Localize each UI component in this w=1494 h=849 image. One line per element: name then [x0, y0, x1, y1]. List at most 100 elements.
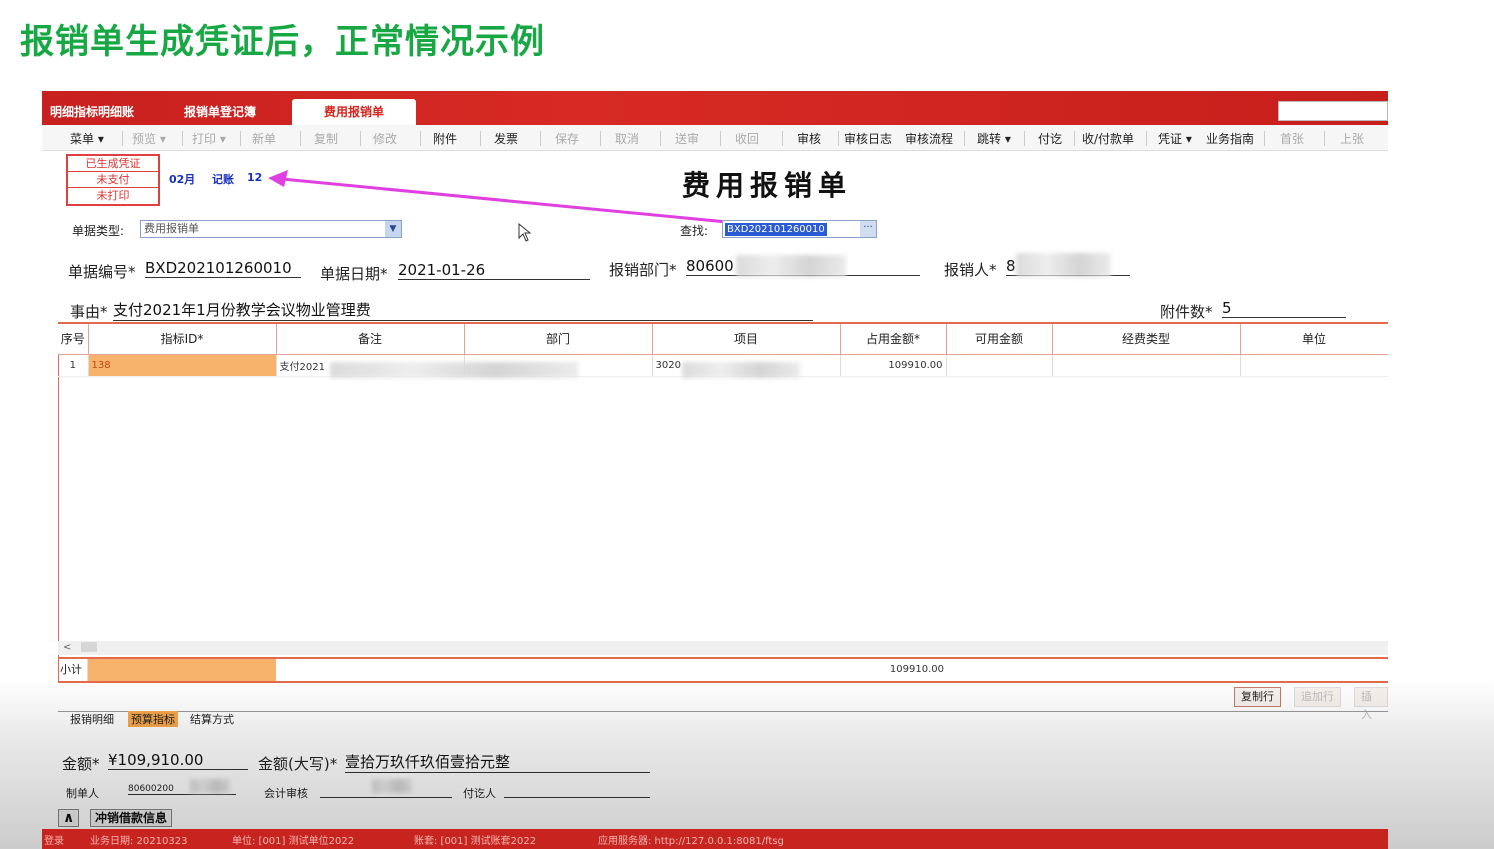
tab-reimbursement-register[interactable]: 报销单登记簿: [176, 99, 264, 125]
first-button[interactable]: 首张: [1280, 130, 1304, 147]
copy-button[interactable]: 复制: [314, 130, 338, 147]
amount-label: 金额*: [62, 755, 100, 773]
submit-button[interactable]: 送审: [675, 130, 699, 147]
col-index-id[interactable]: 指标ID*: [88, 324, 277, 355]
audit-flow-button[interactable]: 审核流程: [905, 130, 953, 147]
amount-cn-value: 壹拾万玖仟玖佰壹拾元整: [345, 751, 650, 773]
cancel-button[interactable]: 取消: [615, 130, 639, 147]
tab-budget-index[interactable]: 预算指标: [128, 711, 178, 727]
status-unit: 单位: [001] 测试单位2022: [232, 836, 355, 847]
attachment-button[interactable]: 附件: [433, 130, 457, 147]
collapse-button[interactable]: ∧: [58, 809, 80, 827]
scroll-left-icon[interactable]: <: [63, 642, 71, 653]
doc-no-label: 单据编号*: [68, 263, 136, 281]
cell-seq[interactable]: 1: [58, 354, 89, 377]
insert-row-button[interactable]: 插入: [1354, 687, 1388, 721]
col-unit[interactable]: 单位: [1240, 324, 1388, 355]
redacted-remark: [330, 362, 578, 378]
doc-type-label: 单据类型:: [72, 224, 125, 238]
annotation-arrow: [268, 170, 728, 224]
cell-index-id[interactable]: 138: [88, 354, 277, 377]
tab-settlement-method[interactable]: 结算方式: [190, 711, 234, 727]
col-fund-type[interactable]: 经费类型: [1052, 324, 1241, 355]
print-button[interactable]: 打印 ▾: [192, 130, 226, 147]
app-window: 明细指标明细账 报销单登记簿 费用报销单 菜单 ▾ 预览 ▾ 打印 ▾ 新单 复…: [42, 91, 1388, 849]
voucher-type[interactable]: 记账: [212, 171, 234, 187]
col-available[interactable]: 可用金额: [946, 324, 1053, 355]
top-tab-bar: 明细指标明细账 报销单登记簿 费用报销单: [42, 91, 1388, 125]
dept-label: 报销部门*: [609, 261, 677, 279]
voucher-button[interactable]: 凭证 ▾: [1158, 130, 1192, 147]
payer-label: 付讫人: [463, 787, 496, 800]
redacted-person: [1016, 253, 1111, 277]
offset-loan-button[interactable]: 冲销借款信息: [90, 809, 173, 827]
copy-row-button[interactable]: 复制行: [1234, 687, 1281, 707]
doc-no-value[interactable]: BXD202101260010: [145, 259, 301, 278]
horizontal-scrollbar[interactable]: <: [58, 641, 1388, 655]
menu-button[interactable]: 菜单 ▾: [70, 130, 104, 147]
reason-label: 事由*: [70, 303, 108, 321]
invoice-button[interactable]: 发票: [494, 130, 518, 147]
slide-title: 报销单生成凭证后，正常情况示例: [20, 22, 545, 62]
col-seq[interactable]: 序号: [58, 324, 89, 355]
redacted-dept: [736, 255, 846, 277]
col-dept[interactable]: 部门: [464, 324, 653, 355]
doc-date-value[interactable]: 2021-01-26: [398, 261, 590, 280]
jump-button[interactable]: 跳转 ▾: [977, 130, 1011, 147]
grid-header: 序号 指标ID* 备注 部门 项目 占用金额* 可用金额 经费类型 单位: [58, 324, 1388, 355]
amount-value: ¥109,910.00: [108, 751, 248, 770]
status-bar: 登录 业务日期: 20210323 单位: [001] 测试单位2022 账套:…: [42, 829, 1388, 849]
voucher-month: 02月: [169, 173, 196, 186]
status-voucher-generated: 已生成凭证: [68, 156, 158, 172]
mouse-cursor-icon: [518, 223, 532, 242]
recall-button[interactable]: 收回: [735, 130, 759, 147]
find-label: 查找:: [680, 224, 709, 238]
audit-button[interactable]: 审核: [797, 130, 821, 147]
cell-fund-type[interactable]: [1052, 354, 1241, 377]
col-amount[interactable]: 占用金额*: [840, 324, 947, 355]
cell-remark-text: 支付2021: [279, 361, 325, 373]
status-app-server: 应用服务器: http://127.0.0.1:8081/ftsg: [598, 836, 784, 847]
cell-available[interactable]: [946, 354, 1053, 377]
scroll-thumb[interactable]: [80, 642, 97, 652]
save-button[interactable]: 保存: [555, 130, 579, 147]
redacted-maker: [190, 779, 230, 793]
top-search-box[interactable]: [1278, 101, 1388, 121]
redacted-project: [682, 362, 800, 378]
attach-count[interactable]: 5: [1222, 299, 1346, 318]
doc-type-select[interactable]: 费用报销单 ▼: [140, 220, 402, 238]
new-button[interactable]: 新单: [252, 130, 276, 147]
tab-detail-ledger[interactable]: 明细指标明细账: [42, 99, 142, 125]
paid-button[interactable]: 付讫: [1038, 130, 1062, 147]
edit-button[interactable]: 修改: [373, 130, 397, 147]
cell-unit[interactable]: [1240, 354, 1388, 377]
business-guide-button[interactable]: 业务指南: [1206, 130, 1254, 147]
form-title: 费用报销单: [682, 169, 853, 202]
subtotal-amount: 109910.00: [889, 664, 944, 675]
tab-expense-reimbursement[interactable]: 费用报销单: [292, 99, 416, 125]
person-label: 报销人*: [944, 261, 997, 279]
amount-cn-label: 金额(大写)*: [258, 755, 338, 773]
reason-value[interactable]: 支付2021年1月份教学会议物业管理费: [113, 299, 813, 321]
append-row-button[interactable]: 追加行: [1294, 687, 1341, 707]
ellipsis-icon[interactable]: ···: [860, 221, 876, 237]
col-remark[interactable]: 备注: [276, 324, 465, 355]
status-business-date: 业务日期: 20210323: [90, 836, 188, 847]
toolbar: 菜单 ▾ 预览 ▾ 打印 ▾ 新单 复制 修改 附件 发票 保存 取消 送审 收…: [42, 125, 1388, 151]
status-unpaid: 未支付: [68, 172, 158, 188]
prev-button[interactable]: 上张: [1340, 130, 1364, 147]
doc-type-value: 费用报销单: [144, 222, 199, 235]
tab-reimburse-detail[interactable]: 报销明细: [70, 711, 114, 727]
preview-button[interactable]: 预览 ▾: [132, 130, 166, 147]
cell-amount[interactable]: 109910.00: [840, 354, 947, 377]
find-input[interactable]: BXD202101260010 ···: [722, 220, 877, 238]
chevron-down-icon[interactable]: ▼: [385, 221, 401, 237]
receipt-payment-button[interactable]: 收/付款单: [1082, 130, 1134, 147]
status-account-set: 账套: [001] 测试账套2022: [414, 836, 537, 847]
col-project[interactable]: 项目: [652, 324, 841, 355]
find-value: BXD202101260010: [725, 223, 827, 236]
status-stamp: 已生成凭证 未支付 未打印: [66, 154, 160, 206]
redacted-auditor: [372, 779, 412, 793]
audit-log-button[interactable]: 审核日志: [844, 130, 892, 147]
status-unprinted: 未打印: [96, 189, 130, 202]
